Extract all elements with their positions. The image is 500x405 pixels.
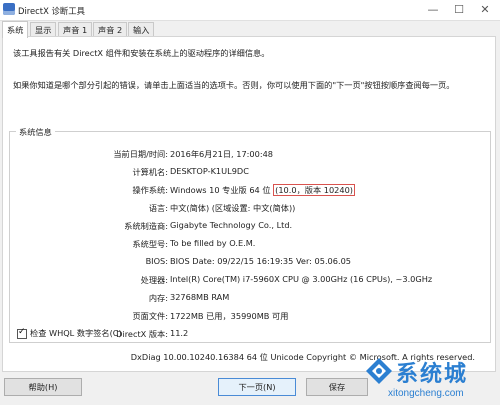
info-row-datetime: 当前日期/时间: 2016年6月21日, 17:00:48 [10,148,490,160]
info-label: 系统制造商: [124,221,168,231]
whql-checkbox-row[interactable]: 检查 WHQL 数字签名(C) [17,327,122,339]
info-value: Intel(R) Core(TM) i7-5960X CPU @ 3.00GHz… [170,274,433,284]
intro-line-1: 该工具报告有关 DirectX 组件和安装在系统上的驱动程序的详细信息。 [13,48,270,58]
tab-input[interactable]: 输入 [128,22,155,37]
info-value: To be filled by O.E.M. [170,238,256,248]
info-row-bios: BIOS: BIOS Date: 09/22/15 16:19:35 Ver: … [10,256,490,268]
tab-sound-2[interactable]: 声音 2 [93,22,128,37]
whql-checkbox[interactable] [17,327,27,339]
title-bar: DirectX 诊断工具 — ☐ ✕ [0,0,500,21]
info-label: 系统型号: [132,239,168,249]
info-row-os: 操作系统: Windows 10 专业版 64 位 (10.0，版本 10240… [10,184,490,196]
info-label: 操作系统: [132,185,168,195]
info-row-model: 系统型号: To be filled by O.E.M. [10,238,490,250]
info-value: 11.2 [170,328,189,338]
info-label: 处理器: [140,275,168,285]
os-name: Windows 10 专业版 64 位 [170,185,271,195]
info-label: BIOS: [145,256,168,266]
directx-app-icon [3,3,15,15]
info-row-language: 语言: 中文(简体) (区域设置: 中文(简体)) [10,202,490,214]
info-value: 2016年6月21日, 17:00:48 [170,149,274,159]
watermark-url: xitongcheng.com [388,388,464,399]
info-label: DirectX 版本: [116,329,168,339]
info-value: Gigabyte Technology Co., Ltd. [170,220,293,230]
system-tab-panel: 该工具报告有关 DirectX 组件和安装在系统上的驱动程序的详细信息。 如果你… [2,36,496,372]
info-value: 1722MB 已用，35990MB 可用 [170,311,289,321]
info-value-os: Windows 10 专业版 64 位 (10.0，版本 10240) [170,184,355,196]
help-button[interactable]: 帮助(H) [4,378,82,396]
info-value: 中文(简体) (区域设置: 中文(简体)) [170,203,296,213]
info-row-manufacturer: 系统制造商: Gigabyte Technology Co., Ltd. [10,220,490,232]
watermark-name: 系统城 [396,362,469,387]
save-button[interactable]: 保存 [306,378,368,396]
system-info-title: 系统信息 [16,126,55,138]
info-label: 计算机名: [132,167,168,177]
watermark: 系统城 xitongcheng.com [364,352,500,405]
next-page-button[interactable]: 下一页(N) [218,378,296,396]
tab-sound-1[interactable]: 声音 1 [58,22,93,37]
info-value: 32768MB RAM [170,292,230,302]
whql-checkbox-label: 检查 WHQL 数字签名(C) [30,328,122,338]
watermark-logo-icon [366,358,392,384]
info-label: 当前日期/时间: [113,149,168,159]
tab-system[interactable]: 系统 [2,21,29,38]
info-label: 内存: [148,293,168,303]
info-row-memory: 内存: 32768MB RAM [10,292,490,304]
info-value: DESKTOP-K1UL9DC [170,166,249,176]
os-version-highlight: (10.0，版本 10240) [273,184,355,196]
info-label: 页面文件: [132,311,168,321]
info-label: 语言: [148,203,168,213]
info-row-pagefile: 页面文件: 1722MB 已用，35990MB 可用 [10,310,490,322]
dxdiag-window: DirectX 诊断工具 — ☐ ✕ 系统 显示 声音 1 声音 2 输入 该工… [0,0,500,405]
system-info-group: 系统信息 当前日期/时间: 2016年6月21日, 17:00:48 计算机名:… [9,126,491,343]
tab-strip: 系统 显示 声音 1 声音 2 输入 [0,21,500,38]
tab-display[interactable]: 显示 [30,22,57,37]
intro-line-2: 如果你知道是哪个部分引起的错误，请单击上面适当的选项卡。否则，你可以使用下面的"… [13,80,455,90]
info-value: BIOS Date: 09/22/15 16:19:35 Ver: 05.06.… [170,256,351,266]
info-row-processor: 处理器: Intel(R) Core(TM) i7-5960X CPU @ 3.… [10,274,490,286]
info-row-computer-name: 计算机名: DESKTOP-K1UL9DC [10,166,490,178]
maximize-button[interactable]: ☐ [446,1,472,18]
minimize-button[interactable]: — [420,1,446,18]
close-button[interactable]: ✕ [472,1,498,18]
window-title: DirectX 诊断工具 [18,6,85,16]
